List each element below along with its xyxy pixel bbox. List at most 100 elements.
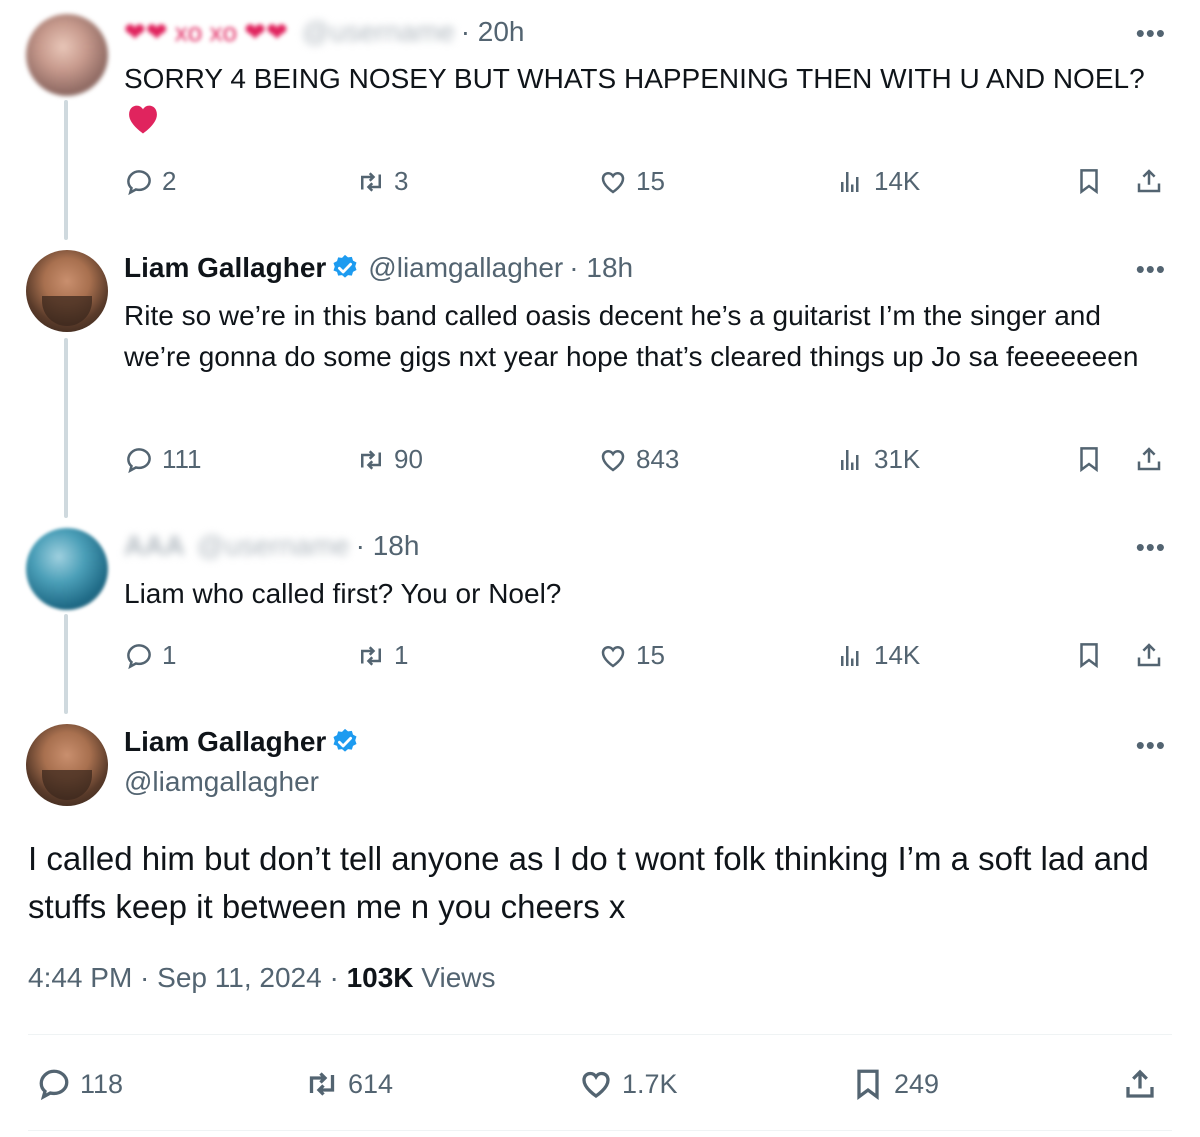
bookmark-button[interactable] (1074, 444, 1104, 474)
bookmark-button[interactable]: 249 (850, 1066, 939, 1102)
tweet-actions: 2 3 15 14K (124, 166, 1170, 202)
tweet-meta: 4:44 PM · Sep 11, 2024 · 103K Views (28, 962, 496, 993)
share-button[interactable] (1134, 166, 1164, 196)
main-tweet-header: Liam Gallagher (124, 726, 368, 758)
blurred-handle[interactable]: @username (197, 530, 350, 562)
blurred-display-name[interactable]: AAA (124, 530, 185, 562)
views-icon (836, 641, 866, 671)
reply-count: 118 (80, 1068, 124, 1099)
retweet-count: 614 (348, 1068, 394, 1099)
views-icon (836, 445, 866, 475)
retweet-count: 3 (394, 166, 409, 196)
avatar[interactable] (26, 528, 108, 610)
handle[interactable]: @liamgallagher (368, 252, 563, 284)
views-icon (836, 167, 866, 197)
avatar[interactable] (26, 14, 108, 96)
tweet-time[interactable]: · 18h (569, 252, 633, 284)
retweet-icon (356, 445, 386, 475)
tweet-time[interactable]: · 20h (461, 16, 525, 48)
like-button[interactable]: 843 (598, 444, 679, 475)
thread-line (64, 614, 68, 714)
blurred-handle[interactable]: @username (302, 16, 455, 48)
tweet-time[interactable]: · 18h (356, 530, 420, 562)
reply-icon (124, 167, 154, 197)
reply-button[interactable]: 111 (124, 444, 202, 475)
like-count: 15 (636, 166, 665, 196)
retweet-icon (356, 641, 386, 671)
tweet-header: AAA @username · 18h (124, 530, 419, 562)
reply-button[interactable]: 2 (124, 166, 176, 197)
share-icon (1122, 1066, 1158, 1102)
tweet-text: Rite so we’re in this band called oasis … (124, 300, 1139, 372)
main-tweet-actions: 118 614 1.7K 249 (0, 1066, 1200, 1106)
tweet-text: Liam who called first? You or Noel? (124, 578, 562, 609)
divider (28, 1034, 1172, 1035)
like-button[interactable]: 15 (598, 640, 665, 671)
like-icon (578, 1066, 614, 1102)
more-options-icon[interactable]: ••• (1136, 18, 1166, 49)
tweet-timestamp[interactable]: 4:44 PM (28, 962, 132, 993)
views-button[interactable]: 31K (836, 444, 920, 475)
like-icon (598, 641, 628, 671)
display-name[interactable]: Liam Gallagher (124, 726, 326, 758)
tweet-actions: 1 1 15 14K (124, 640, 1170, 676)
views-count: 14K (874, 640, 921, 670)
retweet-button[interactable]: 90 (356, 444, 423, 475)
like-icon (598, 445, 628, 475)
display-name[interactable]: Liam Gallagher (124, 252, 326, 284)
like-button[interactable]: 15 (598, 166, 665, 197)
reply-icon (124, 445, 154, 475)
handle[interactable]: @liamgallagher (124, 766, 319, 798)
bookmark-button[interactable] (1074, 640, 1104, 670)
share-icon (1134, 640, 1164, 670)
verified-badge-icon (333, 254, 357, 278)
retweet-button[interactable]: 614 (304, 1066, 393, 1102)
retweet-count: 1 (394, 640, 409, 670)
retweet-button[interactable]: 1 (356, 640, 408, 671)
verified-badge-icon (333, 728, 357, 752)
like-icon (598, 167, 628, 197)
heart-emoji-icon (129, 105, 157, 134)
bookmark-button[interactable] (1074, 166, 1104, 196)
like-count: 843 (636, 444, 680, 474)
thread-line (64, 100, 68, 240)
share-button[interactable] (1134, 640, 1164, 670)
bookmark-icon (1074, 640, 1104, 670)
divider (28, 1130, 1172, 1131)
avatar[interactable] (26, 724, 108, 806)
retweet-count: 90 (394, 444, 423, 474)
like-count: 1.7K (622, 1068, 678, 1099)
retweet-button[interactable]: 3 (356, 166, 408, 197)
tweet-actions: 111 90 843 31K (124, 444, 1170, 480)
thread-line (64, 338, 68, 518)
avatar[interactable] (26, 250, 108, 332)
share-icon (1134, 166, 1164, 196)
views-total: 103K (346, 962, 414, 993)
views-button[interactable]: 14K (836, 166, 920, 197)
bookmark-icon (850, 1066, 886, 1102)
views-count: 14K (874, 166, 921, 196)
share-button[interactable] (1122, 1066, 1158, 1102)
reply-button[interactable]: 118 (36, 1066, 123, 1102)
main-tweet-handle-row: @liamgallagher (124, 766, 319, 798)
reply-count: 2 (162, 166, 177, 196)
reply-count: 111 (162, 444, 202, 474)
tweet-text-content: SORRY 4 BEING NOSEY BUT WHATS HAPPENING … (124, 63, 1145, 94)
share-button[interactable] (1134, 444, 1164, 474)
retweet-icon (356, 167, 386, 197)
views-button[interactable]: 14K (836, 640, 920, 671)
reply-count: 1 (162, 640, 177, 670)
bookmark-count: 249 (894, 1068, 940, 1099)
tweet-date[interactable]: Sep 11, 2024 (157, 962, 322, 993)
views-label: Views (421, 962, 496, 993)
reply-icon (124, 641, 154, 671)
bookmark-icon (1074, 166, 1104, 196)
more-options-icon[interactable]: ••• (1136, 532, 1166, 563)
blurred-display-name[interactable]: ❤❤ xo xo ❤❤ (124, 17, 288, 48)
tweet-text: SORRY 4 BEING NOSEY BUT WHATS HAPPENING … (124, 58, 1160, 140)
more-options-icon[interactable]: ••• (1136, 730, 1166, 761)
more-options-icon[interactable]: ••• (1136, 254, 1166, 285)
like-button[interactable]: 1.7K (578, 1066, 678, 1102)
views-count: 31K (874, 444, 921, 474)
reply-button[interactable]: 1 (124, 640, 176, 671)
